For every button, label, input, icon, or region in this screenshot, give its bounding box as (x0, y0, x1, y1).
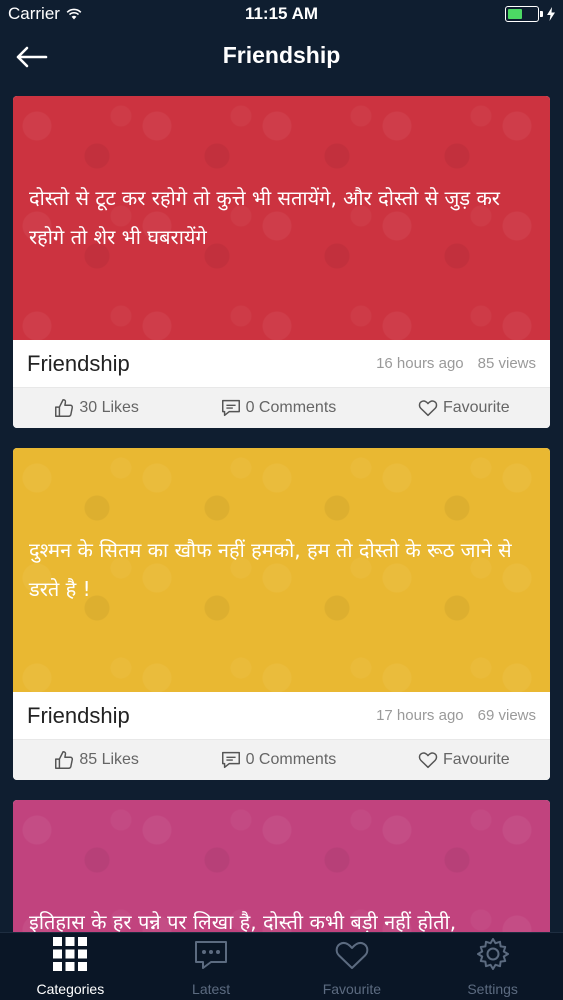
charging-bolt-icon (547, 7, 555, 21)
tab-label: Settings (467, 981, 518, 997)
tab-settings[interactable]: Settings (422, 933, 563, 1000)
like-button[interactable]: 85 Likes (53, 749, 139, 771)
card-meta: Friendship 16 hours ago 85 views (13, 340, 550, 387)
post-time: 17 hours ago (376, 707, 464, 724)
view-count: 85 views (477, 355, 536, 372)
quote-text: दुश्मन के सितम का खौफ नहीं हमको, हम तो द… (29, 538, 512, 601)
page-title: Friendship (222, 42, 341, 68)
comment-button[interactable]: 0 Comments (220, 397, 337, 419)
favourite-button[interactable]: Favourite (417, 749, 510, 771)
tab-label: Latest (192, 981, 231, 997)
quote-panel[interactable]: इतिहास के हर पन्ने पर लिखा है, दोस्ती कभ… (13, 800, 550, 932)
gear-icon (476, 938, 509, 970)
quote-card: इतिहास के हर पन्ने पर लिखा है, दोस्ती कभ… (13, 800, 550, 932)
category-label: Friendship (27, 350, 130, 376)
quote-card: दुश्मन के सितम का खौफ नहीं हमको, हम तो द… (13, 448, 550, 780)
comment-icon (221, 751, 240, 769)
status-bar: Carrier 11:15 AM (0, 0, 563, 28)
thumbs-up-icon (55, 399, 74, 417)
like-button[interactable]: 30 Likes (53, 397, 139, 419)
quote-panel[interactable]: दुश्मन के सितम का खौफ नहीं हमको, हम तो द… (13, 448, 550, 692)
quote-text: दोस्तो से टूट कर रहोगे तो कुत्ते भी सताय… (29, 186, 500, 249)
card-meta: Friendship 17 hours ago 69 views (13, 692, 550, 739)
tab-label: Favourite (322, 981, 382, 997)
card-actions: 30 Likes 0 Comments Favourite (13, 387, 550, 428)
view-count: 69 views (477, 707, 536, 724)
tab-latest[interactable]: Latest (141, 933, 282, 1000)
quote-panel[interactable]: दोस्तो से टूट कर रहोगे तो कुत्ते भी सताय… (13, 96, 550, 340)
heart-icon (418, 752, 438, 769)
quote-card: दोस्तो से टूट कर रहोगे तो कुत्ते भी सताय… (13, 96, 550, 428)
tab-label: Categories (36, 981, 105, 997)
heart-icon (418, 400, 438, 417)
chat-icon (195, 941, 228, 969)
tab-favourite[interactable]: Favourite (282, 933, 423, 1000)
battery-level (508, 9, 522, 19)
comments-count: 0 Comments (245, 751, 337, 768)
status-right (505, 6, 555, 22)
navigation-bar: Friendship (0, 28, 563, 86)
category-label: Friendship (27, 702, 130, 728)
heart-icon (335, 942, 369, 969)
comment-icon (221, 399, 240, 417)
post-time: 16 hours ago (376, 355, 464, 372)
likes-count: 85 Likes (79, 751, 139, 768)
favourite-button[interactable]: Favourite (417, 397, 510, 419)
status-time: 11:15 AM (244, 4, 319, 23)
likes-count: 30 Likes (79, 399, 139, 416)
quote-feed[interactable]: दोस्तो से टूट कर रहोगे तो कुत्ते भी सताय… (13, 96, 550, 932)
comments-count: 0 Comments (245, 399, 337, 416)
favourite-label: Favourite (442, 399, 510, 416)
thumbs-up-icon (55, 751, 74, 769)
battery-icon (505, 6, 543, 22)
favourite-label: Favourite (442, 751, 510, 768)
comment-button[interactable]: 0 Comments (220, 749, 337, 771)
card-actions: 85 Likes 0 Comments Favourite (13, 739, 550, 780)
tab-categories[interactable]: Categories (0, 933, 141, 1000)
grid-icon (53, 937, 88, 971)
quote-text: इतिहास के हर पन्ने पर लिखा है, दोस्ती कभ… (29, 909, 457, 933)
tab-bar: Categories Latest Favourite Settings (0, 932, 563, 1000)
